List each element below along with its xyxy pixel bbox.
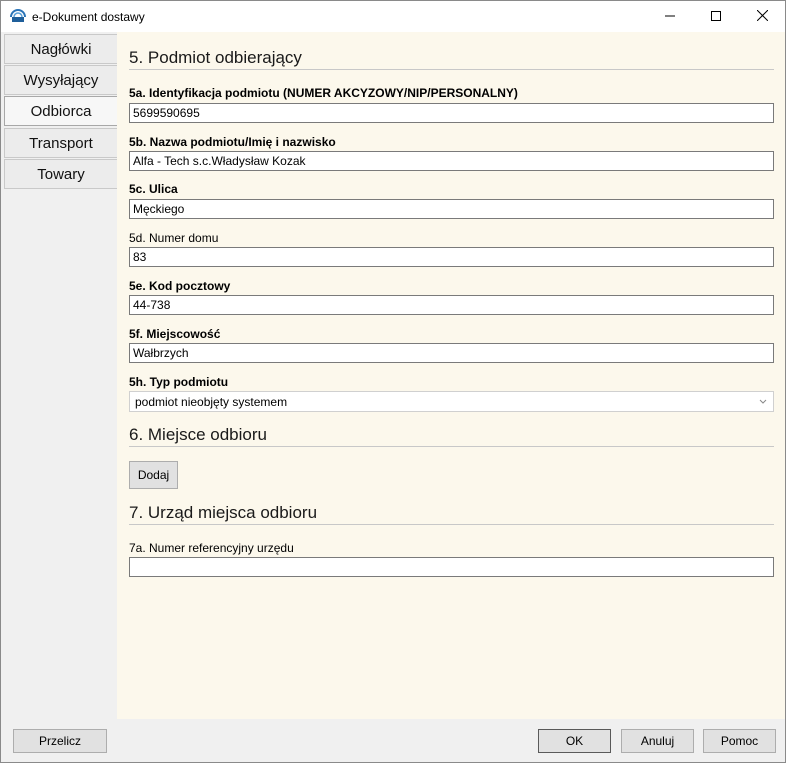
field-7a-label: 7a. Numer referencyjny urzędu xyxy=(129,541,294,555)
recalculate-button[interactable]: Przelicz xyxy=(13,729,107,753)
field-5b-label: 5b. Nazwa podmiotu/Imię i nazwisko xyxy=(129,135,336,149)
field-5c-label: 5c. Ulica xyxy=(129,182,178,196)
minimize-icon xyxy=(665,8,675,26)
field-5f-label: 5f. Miejscowość xyxy=(129,327,221,341)
tab-odbiorca[interactable]: Odbiorca xyxy=(4,96,117,126)
field-5c-input[interactable] xyxy=(129,199,774,219)
field-5h-select[interactable]: podmiot nieobjęty systemem xyxy=(129,391,774,412)
close-button[interactable] xyxy=(739,1,785,32)
tab-transport[interactable]: Transport xyxy=(4,128,117,158)
title-bar[interactable]: e-Dokument dostawy xyxy=(1,1,785,32)
section-divider xyxy=(129,524,774,525)
field-5e-label: 5e. Kod pocztowy xyxy=(129,279,231,293)
ok-button[interactable]: OK xyxy=(538,729,611,753)
field-5h-label: 5h. Typ podmiotu xyxy=(129,375,229,389)
section-divider xyxy=(129,69,774,70)
tab-label: Wysyłający xyxy=(23,71,99,89)
select-value: podmiot nieobjęty systemem xyxy=(135,395,288,409)
field-5f-input[interactable] xyxy=(129,343,774,363)
button-label: Przelicz xyxy=(38,734,81,748)
section-7-title: 7. Urząd miejsca odbioru xyxy=(129,503,318,522)
tab-strip: Nagłówki Wysyłający Odbiorca Transport T… xyxy=(4,32,117,722)
section-divider xyxy=(129,446,774,447)
maximize-icon xyxy=(711,8,721,26)
dialog-window: e-Dokument dostawy Nagłówki Wysyłający O… xyxy=(0,0,786,763)
button-label: Dodaj xyxy=(137,468,170,482)
field-5d-label: 5d. Numer domu xyxy=(129,231,219,245)
minimize-button[interactable] xyxy=(647,1,693,32)
tab-wysylajacy[interactable]: Wysyłający xyxy=(4,65,117,95)
chevron-down-icon xyxy=(759,396,767,406)
field-5d-input[interactable] xyxy=(129,247,774,267)
app-logo-icon xyxy=(10,9,26,23)
cancel-button[interactable]: Anuluj xyxy=(621,729,694,753)
tab-label: Nagłówki xyxy=(30,40,92,58)
field-7a-input[interactable] xyxy=(129,557,774,577)
close-icon xyxy=(756,8,768,26)
field-5e-input[interactable] xyxy=(129,295,774,315)
button-label: Pomoc xyxy=(720,734,759,748)
tab-towary[interactable]: Towary xyxy=(4,159,117,189)
add-pickup-place-button[interactable]: Dodaj xyxy=(129,461,178,489)
field-5a-label: 5a. Identyfikacja podmiotu (NUMER AKCYZO… xyxy=(129,86,518,100)
button-label: OK xyxy=(565,734,584,748)
tab-label: Odbiorca xyxy=(30,102,92,120)
tab-label: Transport xyxy=(29,134,93,152)
help-button[interactable]: Pomoc xyxy=(703,729,776,753)
tab-naglowki[interactable]: Nagłówki xyxy=(4,34,117,64)
button-label: Anuluj xyxy=(640,734,675,748)
section-6-title: 6. Miejsce odbioru xyxy=(129,425,267,444)
content-panel: 5. Podmiot odbierający 5a. Identyfikacja… xyxy=(117,32,785,719)
window-title: e-Dokument dostawy xyxy=(32,10,145,24)
section-5-title: 5. Podmiot odbierający xyxy=(129,48,302,67)
field-5b-input[interactable] xyxy=(129,151,774,171)
maximize-button[interactable] xyxy=(693,1,739,32)
tab-label: Towary xyxy=(37,165,85,183)
field-5a-input[interactable] xyxy=(129,103,774,123)
